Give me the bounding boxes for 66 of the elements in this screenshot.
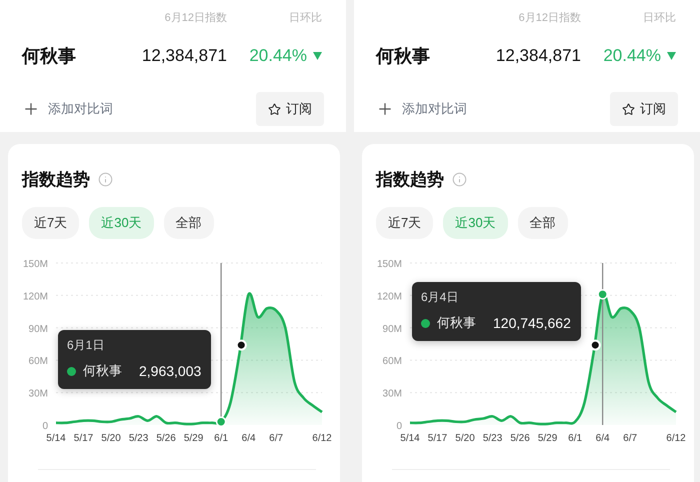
index-date-label: 6月12日指数: [164, 10, 227, 24]
range-tab[interactable]: 近7天: [376, 207, 434, 239]
x-axis-label: 5/20: [455, 433, 475, 444]
x-axis-label: 5/23: [482, 433, 502, 444]
add-compare-link[interactable]: 添加对比词: [22, 100, 113, 118]
x-axis-label: 5/20: [101, 433, 121, 444]
range-tab[interactable]: 近7天: [22, 207, 80, 239]
y-axis-label: 120M: [22, 291, 48, 302]
star-icon: [622, 102, 635, 116]
y-axis-label: 30M: [382, 388, 402, 400]
y-axis-label: 120M: [376, 291, 402, 302]
x-axis-label: 6/1: [568, 433, 582, 444]
add-compare-link[interactable]: 添加对比词: [376, 100, 467, 118]
series-name: 何秋事: [437, 314, 476, 332]
range-tab[interactable]: 全部: [518, 207, 568, 239]
x-axis-label: 6/4: [242, 433, 256, 444]
x-axis-label: 6/4: [596, 433, 610, 444]
keyword-name: 何秋事: [22, 45, 77, 68]
y-axis-label: 150M: [376, 259, 402, 270]
x-axis-label: 6/1: [214, 433, 228, 444]
y-axis-label: 60M: [382, 356, 402, 368]
drag-handle-icon[interactable]: [236, 340, 247, 351]
card-title: 指数趋势: [22, 169, 90, 191]
tooltip-value: 2,963,003: [139, 363, 202, 380]
x-axis-label: 6/7: [623, 433, 638, 444]
x-axis-label: 5/14: [46, 433, 66, 444]
index-value: 12,384,871: [140, 46, 227, 66]
x-axis-label: 5/17: [74, 433, 94, 444]
keyword-name: 何秋事: [376, 45, 431, 68]
change-percent: 20.44%: [249, 46, 307, 66]
highlight-point: [597, 289, 608, 300]
y-axis-label: 150M: [22, 259, 48, 270]
x-axis-label: 5/26: [156, 433, 176, 444]
y-axis-label: 90M: [382, 324, 402, 335]
tooltip-date: 6月4日: [421, 289, 460, 306]
tooltip-date: 6月1日: [67, 337, 106, 354]
x-axis-label: 6/12: [666, 433, 686, 444]
x-axis-label: 6/7: [269, 433, 284, 444]
subscribe-button[interactable]: 订阅: [256, 92, 324, 126]
x-axis-label: 5/23: [128, 433, 148, 444]
change-percent: 20.44%: [603, 46, 661, 66]
y-axis-label: 90M: [28, 324, 48, 335]
index-value: 12,384,871: [494, 46, 581, 66]
subscribe-button[interactable]: 订阅: [610, 92, 678, 126]
x-axis-label: 5/29: [538, 433, 558, 444]
x-axis-label: 5/17: [428, 433, 448, 444]
y-axis-label: 30M: [28, 388, 48, 400]
plus-icon: [22, 100, 40, 118]
x-axis-label: 5/26: [510, 433, 530, 444]
x-axis-label: 5/14: [400, 433, 420, 444]
range-tab[interactable]: 全部: [164, 207, 214, 239]
y-axis-label: 0: [396, 421, 402, 432]
x-axis-label: 5/29: [184, 433, 204, 444]
plus-icon: [376, 100, 394, 118]
change-label: 日环比: [642, 10, 676, 24]
change-label: 日环比: [288, 10, 322, 24]
drag-handle-icon[interactable]: [590, 340, 601, 351]
index-date-label: 6月12日指数: [518, 10, 581, 24]
y-axis-label: 0: [42, 421, 48, 432]
star-icon: [268, 102, 281, 116]
tooltip-value: 120,745,662: [493, 315, 571, 332]
y-axis-label: 60M: [28, 356, 48, 368]
x-axis-label: 6/12: [312, 433, 332, 444]
card-title: 指数趋势: [376, 169, 444, 191]
highlight-point: [216, 416, 226, 427]
series-name: 何秋事: [83, 362, 122, 380]
